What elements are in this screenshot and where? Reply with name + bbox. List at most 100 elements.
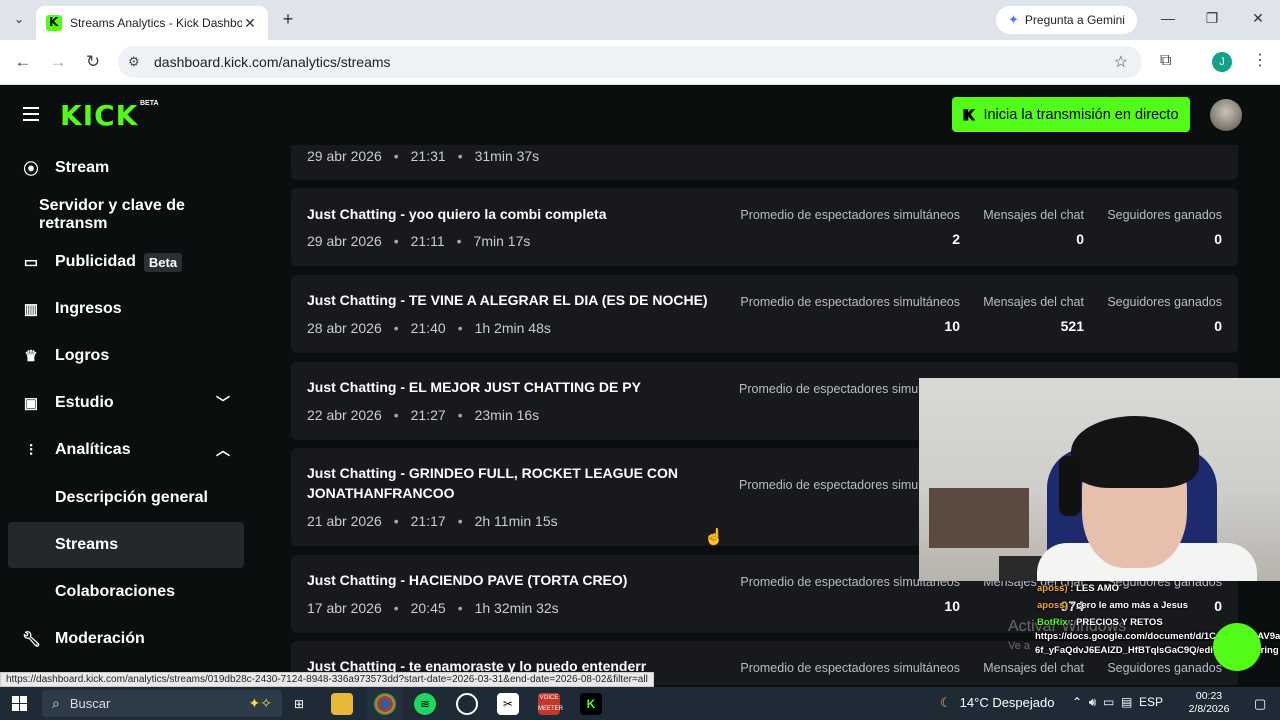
stream-card[interactable]: 29 abr 2026•21:31•31min 37s 6 221 -1 <box>291 145 1238 180</box>
voicemeeter-icon[interactable]: VOICE MEETER <box>538 693 563 715</box>
gemini-spark-icon: ✦ <box>1008 12 1019 27</box>
stream-meta: 28 abr 2026 • 21:40 • 1h 2min 48s <box>307 320 551 336</box>
tab-close-icon[interactable]: ✕ <box>242 15 258 32</box>
browser-menu-icon[interactable]: ⋮ <box>1252 50 1268 70</box>
stat-label: Seguidores ganados <box>1107 661 1222 675</box>
stat-value: 0 <box>1214 318 1222 334</box>
analytics-icon: ⫶ <box>29 441 33 459</box>
sidebar-item-ads[interactable]: ▭ Publicidad Beta <box>8 239 244 285</box>
stat-viewers: 6 <box>952 145 960 148</box>
taskbar-search[interactable]: ⌕ Buscar ✦✧ <box>42 690 282 717</box>
stream-date: 28 abr 2026 <box>307 320 382 336</box>
stream-time: 21:17 <box>410 513 446 529</box>
site-info-icon[interactable]: ⚙ <box>128 54 146 70</box>
reload-icon[interactable]: ↻ <box>82 52 104 72</box>
stream-time: 21:11 <box>410 233 445 249</box>
status-bar-url: https://dashboard.kick.com/analytics/str… <box>0 672 654 687</box>
stat-label: Promedio de espectadores simultáneos <box>740 208 960 222</box>
notification-icon[interactable]: ▢ <box>1254 696 1266 712</box>
sidebar-item-achievements[interactable]: ♛ Logros <box>8 333 244 379</box>
stat-viewers: Promedio de espectadores simultáneos 10 <box>740 295 960 334</box>
capcut-icon[interactable]: ✂ <box>497 693 519 715</box>
broadcast-icon: ⦿ <box>23 160 39 178</box>
sidebar-item-analytics[interactable]: ⫶ Analíticas ︿ <box>8 427 244 473</box>
sidebar-item-moderation[interactable]: 🔧︎ Moderación <box>8 616 244 662</box>
stream-chat-line: aposs) : LES AMO <box>1037 583 1119 594</box>
stat-label: Mensajes del chat <box>983 208 1084 222</box>
tab-search-icon[interactable]: ⌄ <box>8 8 30 30</box>
sidebar-item-income[interactable]: ▥ Ingresos <box>8 286 244 332</box>
address-bar[interactable]: ⚙ dashboard.kick.com/analytics/streams ☆ <box>118 46 1142 78</box>
sidebar-item-studio[interactable]: ▣ Estudio ﹀ <box>8 380 244 426</box>
stat-label: Mensajes del chat <box>983 661 1084 675</box>
taskbar: ⌕ Buscar ✦✧ ⊞ ≋ ✂ VOICE MEETER K ☾ 14°C D… <box>0 687 1280 720</box>
obs-icon[interactable] <box>456 693 478 715</box>
stream-date: 22 abr 2026 <box>307 407 382 423</box>
extensions-icon[interactable]: ⧉ <box>1160 52 1171 70</box>
task-view-icon[interactable]: ⊞ <box>288 693 310 715</box>
go-live-button[interactable]: Inicia la transmisión en directo <box>952 97 1190 132</box>
hand-cursor-icon: ☝ <box>704 529 724 546</box>
kick-k-icon <box>963 108 976 121</box>
gemini-label: Pregunta a Gemini <box>1024 13 1125 27</box>
stream-title: Just Chatting - TE VINE A ALEGRAR EL DIA… <box>307 292 708 308</box>
sidebar-item-stream[interactable]: ⦿ Stream <box>8 145 244 191</box>
beta-badge: Beta <box>143 252 183 272</box>
profile-avatar[interactable]: J <box>1212 52 1232 72</box>
user-avatar[interactable] <box>1210 99 1242 131</box>
stream-title: Just Chatting - HACIENDO PAVE (TORTA CRE… <box>307 572 628 588</box>
minimize-icon[interactable]: — <box>1158 10 1178 26</box>
sidebar-item-overview[interactable]: Descripción general <box>8 475 244 521</box>
stat-value: 10 <box>944 318 960 334</box>
stream-time: 21:31 <box>410 148 446 164</box>
kick-app-icon[interactable]: K <box>580 693 602 715</box>
sidebar-item-streams[interactable]: Streams <box>8 522 244 568</box>
kick-logo[interactable]: KICK <box>60 99 138 132</box>
stream-card[interactable]: Just Chatting - yoo quiero la combi comp… <box>291 188 1238 266</box>
file-explorer-icon[interactable] <box>331 693 353 715</box>
browser-tab-strip: ⌄ Streams Analytics - Kick Dashboard ✕ +… <box>0 0 1280 40</box>
wrench-icon: 🔧︎ <box>22 631 42 648</box>
sidebar-item-server-key[interactable]: Servidor y clave de retransm <box>8 192 244 238</box>
windows-start-icon[interactable] <box>12 696 27 711</box>
sidebar-item-label: Servidor y clave de retransm <box>39 197 185 232</box>
browser-tab[interactable]: Streams Analytics - Kick Dashboard ✕ <box>36 6 268 40</box>
stat-value: 521 <box>1060 318 1084 334</box>
spotify-icon[interactable]: ≋ <box>414 693 436 715</box>
chevron-down-icon: ﹀ <box>216 395 230 411</box>
kick-favicon-icon <box>46 15 62 31</box>
language-indicator: ESP <box>1138 695 1163 709</box>
stat-followers: -1 <box>1210 145 1222 148</box>
weather-widget[interactable]: ☾ 14°C Despejado <box>940 695 1054 711</box>
stream-duration: 23min 16s <box>474 407 540 423</box>
clock-date: 2/8/2026 <box>1188 703 1230 715</box>
ad-icon: ▭ <box>23 254 39 271</box>
stream-duration: 31min 37s <box>474 148 540 164</box>
restore-icon[interactable]: ❐ <box>1202 10 1222 27</box>
stat-value: 0 <box>1214 231 1222 247</box>
stat-value: 221 <box>1061 145 1084 148</box>
back-icon[interactable]: ← <box>12 52 34 72</box>
system-tray[interactable]: ⌃ 🔊︎ ▭ ▤ ESP <box>1072 695 1163 710</box>
bookmark-star-icon[interactable]: ☆ <box>1114 52 1128 72</box>
stream-date: 29 abr 2026 <box>307 148 382 164</box>
sidebar-item-collaborations[interactable]: Colaboraciones <box>8 569 244 615</box>
stream-date: 17 abr 2026 <box>307 600 382 616</box>
new-tab-button[interactable]: + <box>278 9 298 30</box>
stream-time: 21:40 <box>410 320 446 336</box>
stream-meta: 21 abr 2026 • 21:17 • 2h 11min 15s <box>307 513 558 529</box>
forward-icon[interactable]: → <box>47 52 69 72</box>
stream-title: Just Chatting - yoo quiero la combi comp… <box>307 206 607 222</box>
stat-value: 10 <box>944 598 960 614</box>
stat-chat: 221 <box>1061 145 1084 148</box>
stream-meta: 22 abr 2026 • 21:27 • 23min 16s <box>307 407 540 423</box>
go-live-label: Inicia la transmisión en directo <box>983 106 1179 123</box>
gemini-button[interactable]: ✦ Pregunta a Gemini <box>996 6 1137 34</box>
stream-card[interactable]: Just Chatting - TE VINE A ALEGRAR EL DIA… <box>291 275 1238 353</box>
sidebar-item-label: Streams <box>55 536 119 553</box>
taskbar-clock[interactable]: 00:23 2/8/2026 <box>1180 690 1238 716</box>
window-close-icon[interactable]: ✕ <box>1248 10 1268 27</box>
hamburger-menu-icon[interactable] <box>23 107 39 121</box>
stat-value: 6 <box>952 145 960 148</box>
clock-time: 00:23 <box>1195 690 1223 702</box>
